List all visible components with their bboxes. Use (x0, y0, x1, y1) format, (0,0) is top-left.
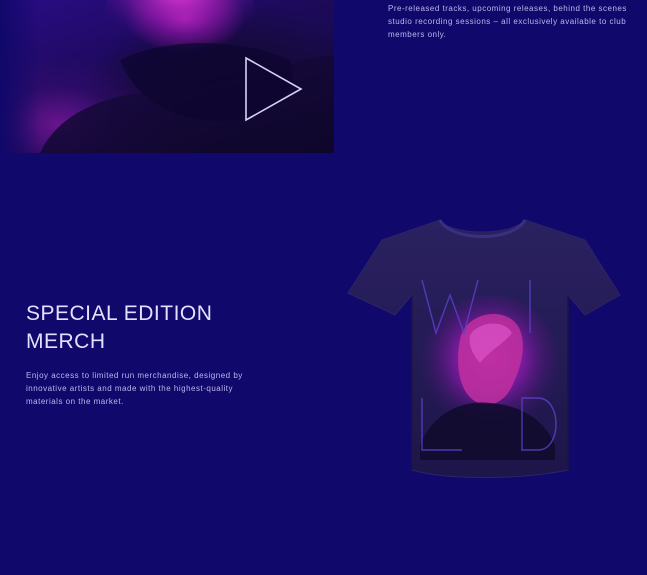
tshirt-image (347, 219, 621, 478)
play-icon[interactable] (243, 55, 305, 123)
merch-title: SPECIAL EDITION MERCH (26, 300, 286, 356)
merch-title-line-1: SPECIAL EDITION (26, 302, 213, 325)
thumbnail-fade (0, 0, 40, 153)
merch-description: Enjoy access to limited run merchandise,… (26, 371, 243, 406)
page: Pre-released tracks, upcoming releases, … (0, 0, 647, 575)
media-description: Pre-released tracks, upcoming releases, … (388, 4, 627, 39)
merch-title-line-2: MERCH (26, 330, 106, 353)
video-thumbnail[interactable] (0, 0, 334, 153)
